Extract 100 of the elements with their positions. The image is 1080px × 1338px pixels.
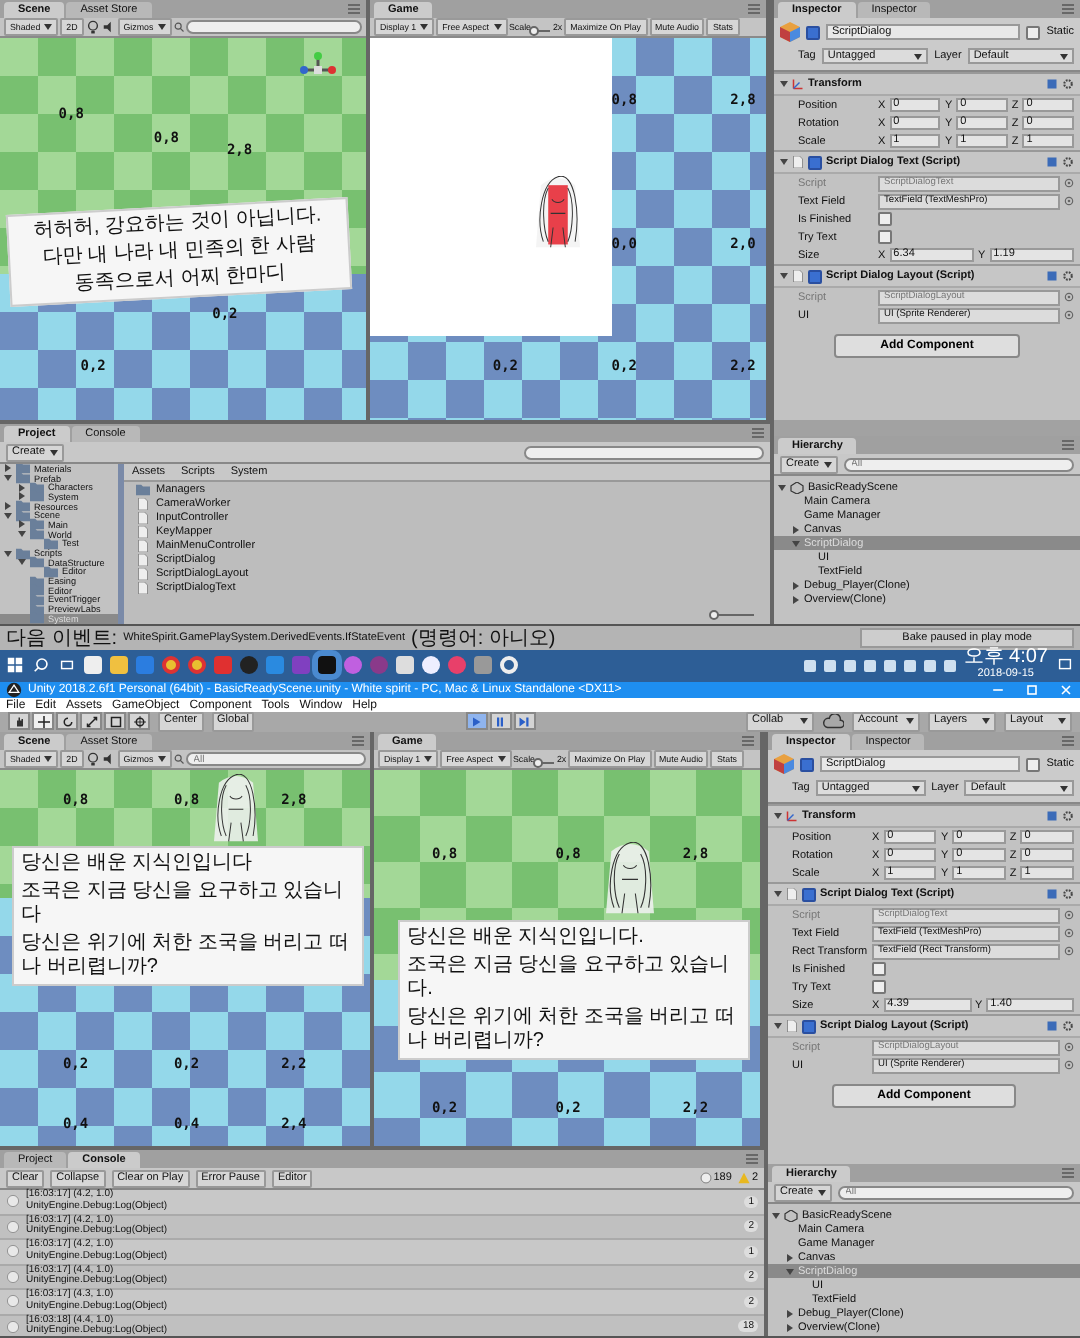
- tool-button[interactable]: [32, 712, 54, 731]
- dialog-text: 당신은 배운 지식인입니다: [21, 851, 255, 876]
- caret-icon: [44, 756, 53, 762]
- caret-icon: [157, 24, 166, 30]
- maximize-icon[interactable]: [1024, 681, 1040, 698]
- component-enabled-checkbox[interactable]: [808, 155, 822, 169]
- transform-tool-icon: [133, 715, 145, 728]
- settings-icon[interactable]: [1062, 270, 1074, 282]
- search-icon: [173, 754, 184, 764]
- fold-arrow-icon[interactable]: [774, 812, 782, 820]
- property-checkbox[interactable]: [872, 980, 886, 994]
- dialog-text: 당신은 위기에 처한 조국을 버리고 떠나 버리렵니까?: [407, 1006, 737, 1055]
- dialog-text: 당신은 배운 지식인입니다.: [407, 926, 646, 951]
- move-arrows-icon: [37, 715, 49, 728]
- fold-arrow-icon[interactable]: [774, 1022, 782, 1030]
- light-bulb-icon[interactable]: [85, 20, 100, 34]
- cube-icon: [780, 22, 800, 42]
- tool-button[interactable]: [104, 712, 126, 731]
- tool-button[interactable]: [80, 712, 102, 731]
- search-icon[interactable]: [32, 656, 50, 675]
- script-file-icon: [786, 888, 798, 900]
- caret-icon: [906, 718, 915, 725]
- tool-button[interactable]: [8, 712, 30, 731]
- slider-thumb[interactable]: [533, 757, 544, 767]
- search-field[interactable]: [185, 20, 362, 34]
- dialog-text: 조국은 지금 당신을 요구하고 있습니다.: [407, 954, 732, 1003]
- playback-button[interactable]: [489, 712, 512, 731]
- search-field[interactable]: [524, 445, 764, 459]
- step-icon: [518, 715, 531, 728]
- close-icon[interactable]: [1058, 681, 1074, 698]
- transform-axes-icon: [786, 810, 798, 822]
- notification-icon[interactable]: [1056, 656, 1074, 675]
- caret-icon: [493, 24, 501, 30]
- script-file-icon: [786, 1020, 798, 1032]
- component-enabled-checkbox[interactable]: [808, 269, 822, 283]
- dialog-text: 당신은 위기에 처한 조국을 버리고 떠나 버리렵니까?: [21, 931, 351, 980]
- unity-scene-icon: [790, 481, 804, 493]
- windows-logo-icon[interactable]: [6, 656, 24, 675]
- dialog-text: 동족으로서 어찌 한마디: [73, 262, 286, 298]
- component-enabled-checkbox[interactable]: [802, 887, 816, 901]
- rect-tool-icon: [109, 715, 121, 728]
- playback-button[interactable]: [513, 712, 536, 731]
- settings-icon[interactable]: [1062, 1020, 1074, 1032]
- settings-icon[interactable]: [1062, 888, 1074, 900]
- fold-arrow-icon[interactable]: [780, 158, 788, 166]
- dialog-text: 조국은 지금 당신을 요구하고 있습니다: [21, 879, 346, 928]
- hand-icon: [13, 715, 25, 728]
- cloud-icon[interactable]: [822, 713, 845, 730]
- slider-thumb[interactable]: [529, 25, 540, 35]
- search-icon: [173, 22, 184, 32]
- property-checkbox[interactable]: [878, 230, 892, 244]
- caret-icon: [1058, 718, 1067, 725]
- caret-icon: [817, 1189, 826, 1195]
- property-checkbox[interactable]: [878, 212, 892, 226]
- playback-button[interactable]: [465, 712, 488, 731]
- active-checkbox[interactable]: [800, 757, 814, 771]
- character-sketch-drawing: [536, 175, 581, 248]
- script-file-icon: [792, 156, 804, 168]
- icon-size-slider[interactable]: [710, 605, 754, 616]
- fold-arrow-icon[interactable]: [780, 80, 788, 88]
- static-checkbox[interactable]: [1026, 25, 1041, 39]
- caret-icon: [823, 461, 832, 467]
- pause-icon: [494, 715, 507, 728]
- info-icon: [699, 1172, 712, 1184]
- active-checkbox[interactable]: [806, 25, 820, 39]
- caret-icon: [424, 756, 433, 762]
- clock-time[interactable]: 오후 4:07: [963, 648, 1048, 669]
- tool-button[interactable]: [128, 712, 150, 731]
- caret-icon: [800, 718, 809, 725]
- rotate-icon: [61, 715, 73, 728]
- property-checkbox[interactable]: [872, 962, 886, 976]
- transform-axes-icon: [792, 78, 804, 90]
- caret-icon: [49, 449, 58, 455]
- slider-thumb[interactable]: [709, 609, 720, 620]
- expand-arrow-icon[interactable]: [772, 1211, 780, 1219]
- tool-button[interactable]: [56, 712, 78, 731]
- caret-icon: [911, 785, 920, 791]
- task-view-icon[interactable]: [58, 656, 76, 675]
- caret-icon: [1060, 785, 1069, 791]
- caret-icon: [420, 24, 429, 30]
- fold-arrow-icon[interactable]: [774, 890, 782, 898]
- status-text: (명령어: 아니오): [410, 625, 556, 652]
- scale-icon: [85, 715, 97, 728]
- unity-scene-icon: [784, 1209, 798, 1221]
- caret-icon: [982, 718, 991, 725]
- caret-icon: [157, 756, 166, 762]
- caret-icon: [1060, 53, 1069, 59]
- static-checkbox[interactable]: [1026, 757, 1041, 771]
- settings-icon[interactable]: [1062, 156, 1074, 168]
- settings-icon[interactable]: [1062, 810, 1074, 822]
- cube-icon: [774, 754, 794, 774]
- settings-icon[interactable]: [1062, 78, 1074, 90]
- status-text: 다음 이벤트:: [6, 625, 118, 652]
- component-enabled-checkbox[interactable]: [802, 1019, 816, 1033]
- expand-arrow-icon[interactable]: [778, 483, 786, 491]
- caret-icon: [44, 24, 53, 30]
- character-sketch-drawing: [214, 773, 259, 842]
- fold-arrow-icon[interactable]: [780, 272, 788, 280]
- light-bulb-icon[interactable]: [85, 752, 100, 766]
- caret-icon: [914, 53, 923, 59]
